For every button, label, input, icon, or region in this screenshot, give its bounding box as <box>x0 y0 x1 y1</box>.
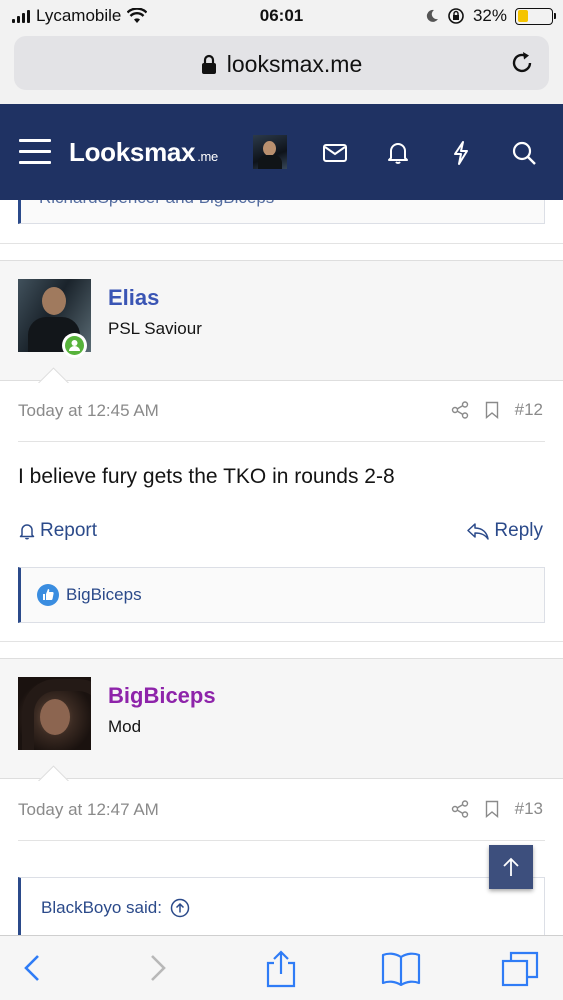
reply-label: Reply <box>494 520 543 541</box>
reply-button[interactable]: Reply <box>466 520 543 542</box>
share-icon[interactable] <box>263 950 299 988</box>
logo-suffix: .me <box>197 149 218 164</box>
bell-icon[interactable] <box>385 140 411 166</box>
report-button[interactable]: Report <box>18 520 97 542</box>
post-number[interactable]: #13 <box>515 799 543 819</box>
bookmarks-icon[interactable] <box>380 950 422 986</box>
quote-author[interactable]: BlackBoyo said: <box>41 898 190 918</box>
share-icon[interactable] <box>451 800 469 818</box>
lock-icon <box>201 54 216 74</box>
tabs-icon[interactable] <box>500 950 540 988</box>
reactions-bar[interactable]: BigBiceps <box>18 567 545 623</box>
browser-toolbar <box>0 935 563 1000</box>
lightning-icon[interactable] <box>448 140 474 166</box>
post-time[interactable]: Today at 12:45 AM <box>18 401 159 421</box>
reply-icon <box>467 523 490 540</box>
forward-icon[interactable] <box>144 950 170 986</box>
post-time[interactable]: Today at 12:47 AM <box>18 800 159 820</box>
divider <box>0 641 563 642</box>
share-icon[interactable] <box>451 401 469 419</box>
bell-icon <box>19 524 35 540</box>
orientation-lock-icon <box>448 8 464 24</box>
username[interactable]: BigBiceps <box>108 683 216 709</box>
logo-text: Looksmax <box>69 137 196 167</box>
bookmark-icon[interactable] <box>485 401 499 419</box>
band-notch <box>35 365 71 383</box>
browser-url-area: looksmax.me <box>0 32 563 104</box>
search-icon[interactable] <box>511 140 537 166</box>
post-meta-actions: #12 <box>451 400 543 420</box>
previous-reactions-text: RichardSpencer and BigBiceps <box>39 200 274 208</box>
post-user-band: Elias PSL Saviour <box>0 260 563 381</box>
quote-author-text: BlackBoyo said: <box>41 898 162 917</box>
post-meta-actions: #13 <box>451 799 543 819</box>
reactions-text: BigBiceps <box>66 585 142 604</box>
band-notch <box>35 763 71 781</box>
status-bar: Lycamobile 06:01 32% <box>0 0 563 32</box>
battery-icon <box>515 7 556 25</box>
thread-content: RichardSpencer and BigBiceps Elias PSL S… <box>0 200 563 935</box>
divider <box>18 840 545 841</box>
divider <box>18 441 545 442</box>
previous-reactions-bar[interactable]: RichardSpencer and BigBiceps <box>18 200 545 224</box>
mail-icon[interactable] <box>322 140 348 166</box>
online-status-icon <box>62 333 87 358</box>
arrow-up-icon <box>503 857 519 876</box>
arrow-up-circle-icon[interactable] <box>170 898 190 918</box>
status-right: 32% <box>425 6 556 26</box>
reload-icon[interactable] <box>509 50 535 76</box>
site-header: Looksmax .me <box>0 104 563 200</box>
username[interactable]: Elias <box>108 285 159 311</box>
scroll-to-top-button[interactable] <box>489 845 533 889</box>
like-icon <box>37 584 59 606</box>
avatar[interactable] <box>18 677 91 750</box>
bookmark-icon[interactable] <box>485 800 499 818</box>
url-text: looksmax.me <box>226 51 363 77</box>
user-title: Mod <box>108 717 142 736</box>
post-number[interactable]: #12 <box>515 400 543 420</box>
report-label: Report <box>40 520 98 541</box>
site-logo[interactable]: Looksmax .me <box>69 137 218 168</box>
account-avatar[interactable] <box>253 135 287 169</box>
divider <box>0 243 563 244</box>
post-message: I believe fury gets the TKO in rounds 2-… <box>18 465 395 488</box>
moon-icon <box>426 9 438 22</box>
menu-icon[interactable] <box>19 139 51 165</box>
post-user-band: BigBiceps Mod <box>0 658 563 779</box>
user-title: PSL Saviour <box>108 319 202 338</box>
battery-percent: 32% <box>472 6 507 25</box>
address-bar[interactable]: looksmax.me <box>14 36 549 90</box>
back-icon[interactable] <box>20 950 46 986</box>
battery-level <box>517 10 529 22</box>
quote-block: BlackBoyo said: <box>18 877 545 935</box>
